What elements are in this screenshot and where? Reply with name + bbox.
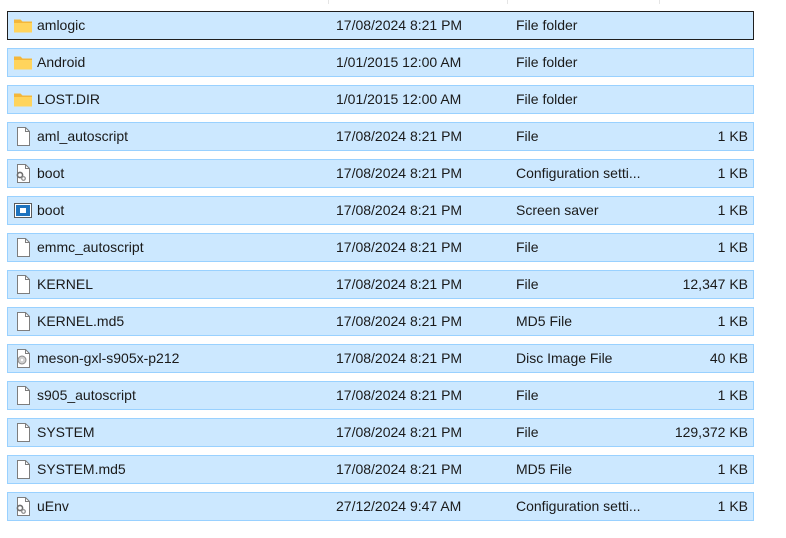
file-size: 1 KB: [717, 461, 748, 477]
file-type: Disc Image File: [516, 350, 613, 366]
folder-icon: [13, 53, 33, 72]
file-size: 40 KB: [709, 350, 748, 366]
file-type: Configuration setti...: [516, 498, 641, 514]
file-date-modified: 17/08/2024 8:21 PM: [336, 461, 463, 477]
file-date-modified: 17/08/2024 8:21 PM: [336, 239, 463, 255]
disc-image-icon: [13, 349, 33, 368]
file-date-modified: 17/08/2024 8:21 PM: [336, 165, 463, 181]
file-type: Configuration setti...: [516, 165, 641, 181]
file-row[interactable]: amlogic 17/08/2024 8:21 PM File folder: [7, 11, 754, 40]
file-list: amlogic 17/08/2024 8:21 PM File folder A…: [7, 11, 754, 529]
file-type: File: [516, 239, 539, 255]
file-row[interactable]: aml_autoscript 17/08/2024 8:21 PM File 1…: [7, 122, 754, 151]
file-date-modified: 17/08/2024 8:21 PM: [336, 128, 463, 144]
file-size: 1 KB: [717, 498, 748, 514]
file-type: MD5 File: [516, 461, 573, 477]
file-name: emmc_autoscript: [37, 239, 144, 255]
file-icon: [13, 238, 33, 257]
config-file-icon: [13, 497, 33, 516]
file-size: [638, 49, 748, 76]
file-date-modified: 17/08/2024 8:21 PM: [336, 424, 463, 440]
file-size: 1 KB: [717, 387, 748, 403]
file-row[interactable]: KERNEL 17/08/2024 8:21 PM File 12,347 KB: [7, 270, 754, 299]
file-size: [638, 12, 748, 39]
file-name: s905_autoscript: [37, 387, 136, 403]
file-name: meson-gxl-s905x-p212: [37, 350, 180, 366]
file-name: boot: [37, 165, 65, 181]
column-divider-date[interactable]: [328, 0, 329, 4]
file-icon: [13, 275, 33, 294]
file-row[interactable]: meson-gxl-s905x-p212 17/08/2024 8:21 PM …: [7, 344, 754, 373]
file-type: File folder: [516, 54, 578, 70]
column-divider-type[interactable]: [507, 0, 508, 4]
file-icon: [13, 127, 33, 146]
file-row[interactable]: Android 1/01/2015 12:00 AM File folder: [7, 48, 754, 77]
file-row[interactable]: uEnv 27/12/2024 9:47 AM Configuration se…: [7, 492, 754, 521]
file-icon: [13, 386, 33, 405]
screensaver-icon: [13, 201, 33, 220]
file-date-modified: 27/12/2024 9:47 AM: [336, 498, 462, 514]
file-row[interactable]: s905_autoscript 17/08/2024 8:21 PM File …: [7, 381, 754, 410]
file-type: File: [516, 424, 539, 440]
file-name: SYSTEM.md5: [37, 461, 126, 477]
file-row[interactable]: KERNEL.md5 17/08/2024 8:21 PM MD5 File 1…: [7, 307, 754, 336]
file-date-modified: 1/01/2015 12:00 AM: [336, 54, 462, 70]
file-date-modified: 17/08/2024 8:21 PM: [336, 313, 463, 329]
file-size: 1 KB: [717, 165, 748, 181]
file-type: Screen saver: [516, 202, 599, 218]
file-row[interactable]: boot 17/08/2024 8:21 PM Configuration se…: [7, 159, 754, 188]
file-row[interactable]: SYSTEM.md5 17/08/2024 8:21 PM MD5 File 1…: [7, 455, 754, 484]
file-type: File: [516, 387, 539, 403]
file-name: amlogic: [37, 17, 86, 33]
file-size: 1 KB: [717, 313, 748, 329]
file-name: KERNEL.md5: [37, 313, 125, 329]
file-icon: [13, 460, 33, 479]
folder-icon: [13, 16, 33, 35]
file-size: 1 KB: [717, 202, 748, 218]
file-name: aml_autoscript: [37, 128, 129, 144]
file-size: 129,372 KB: [674, 424, 748, 440]
file-name: LOST.DIR: [37, 91, 101, 107]
file-row[interactable]: boot 17/08/2024 8:21 PM Screen saver 1 K…: [7, 196, 754, 225]
file-size: 1 KB: [717, 128, 748, 144]
file-name: SYSTEM: [37, 424, 95, 440]
file-type: MD5 File: [516, 313, 573, 329]
folder-icon: [13, 90, 33, 109]
file-name: uEnv: [37, 498, 69, 514]
file-date-modified: 1/01/2015 12:00 AM: [336, 91, 462, 107]
file-icon: [13, 312, 33, 331]
file-type: File: [516, 128, 539, 144]
file-row[interactable]: SYSTEM 17/08/2024 8:21 PM File 129,372 K…: [7, 418, 754, 447]
file-type: File folder: [516, 91, 578, 107]
file-size: 12,347 KB: [682, 276, 748, 292]
file-date-modified: 17/08/2024 8:21 PM: [336, 17, 463, 33]
config-file-icon: [13, 164, 33, 183]
column-divider-size[interactable]: [659, 0, 660, 4]
file-name: KERNEL: [37, 276, 94, 292]
file-row[interactable]: emmc_autoscript 17/08/2024 8:21 PM File …: [7, 233, 754, 262]
file-date-modified: 17/08/2024 8:21 PM: [336, 276, 463, 292]
file-type: File: [516, 276, 539, 292]
file-date-modified: 17/08/2024 8:21 PM: [336, 350, 463, 366]
file-name: Android: [37, 54, 86, 70]
file-date-modified: 17/08/2024 8:21 PM: [336, 202, 463, 218]
file-row[interactable]: LOST.DIR 1/01/2015 12:00 AM File folder: [7, 85, 754, 114]
file-size: 1 KB: [717, 239, 748, 255]
file-date-modified: 17/08/2024 8:21 PM: [336, 387, 463, 403]
file-size: [638, 86, 748, 113]
file-name: boot: [37, 202, 65, 218]
file-type: File folder: [516, 17, 578, 33]
file-icon: [13, 423, 33, 442]
